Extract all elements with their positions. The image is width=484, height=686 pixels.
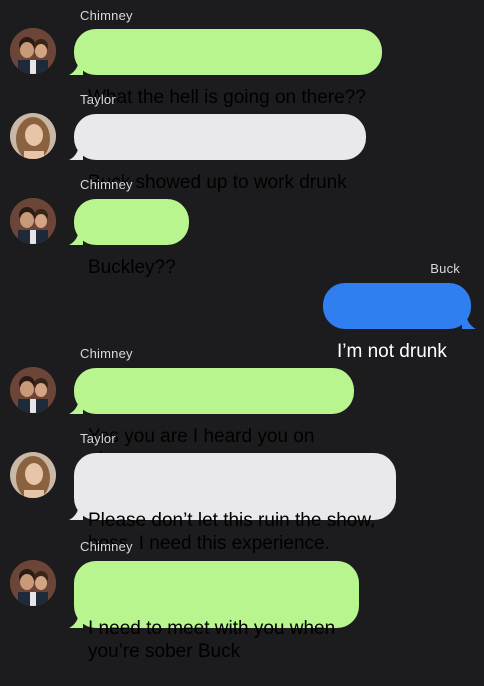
message-text: I’m not drunk	[337, 341, 447, 362]
bubble-tail-icon	[462, 315, 476, 329]
message-bubble[interactable]: Yes you are I heard you on air	[69, 368, 354, 470]
message-bubble[interactable]: Buckley??	[69, 199, 189, 278]
message-text: Buckley??	[88, 257, 176, 278]
sender-name: Chimney	[80, 346, 133, 361]
message-bubble[interactable]: I need to meet with you when you’re sobe…	[69, 561, 359, 662]
chimney-avatar[interactable]	[10, 28, 56, 74]
sender-name: Buck	[430, 261, 460, 276]
chimney-avatar[interactable]	[10, 560, 56, 606]
sender-name: Chimney	[80, 8, 133, 23]
message-text: I need to meet with you when you’re sobe…	[88, 618, 336, 662]
chat-thread[interactable]: Chimney What the hell is going on there?…	[0, 0, 484, 662]
sender-name: Taylor	[80, 431, 116, 446]
sender-name: Taylor	[80, 92, 116, 107]
sender-name: Chimney	[80, 177, 133, 192]
bubble-tail-icon	[69, 614, 83, 628]
bubble-tail-icon	[69, 400, 83, 414]
bubble-tail-icon	[69, 506, 83, 520]
message-bubble[interactable]: What the hell is going on there??	[69, 29, 382, 108]
sender-name: Chimney	[80, 539, 133, 554]
chimney-avatar[interactable]	[10, 198, 56, 244]
message-bubble[interactable]: Buck showed up to work drunk	[69, 114, 366, 193]
bubble-tail-icon	[69, 146, 83, 160]
bubble-tail-icon	[69, 61, 83, 75]
chimney-avatar[interactable]	[10, 367, 56, 413]
message-text: What the hell is going on there??	[88, 87, 366, 108]
taylor-avatar[interactable]	[10, 452, 56, 498]
message-bubble[interactable]: I’m not drunk	[323, 283, 476, 362]
taylor-avatar[interactable]	[10, 113, 56, 159]
bubble-tail-icon	[69, 231, 83, 245]
message-bubble[interactable]: Please don’t let this ruin the show, bos…	[69, 453, 396, 554]
